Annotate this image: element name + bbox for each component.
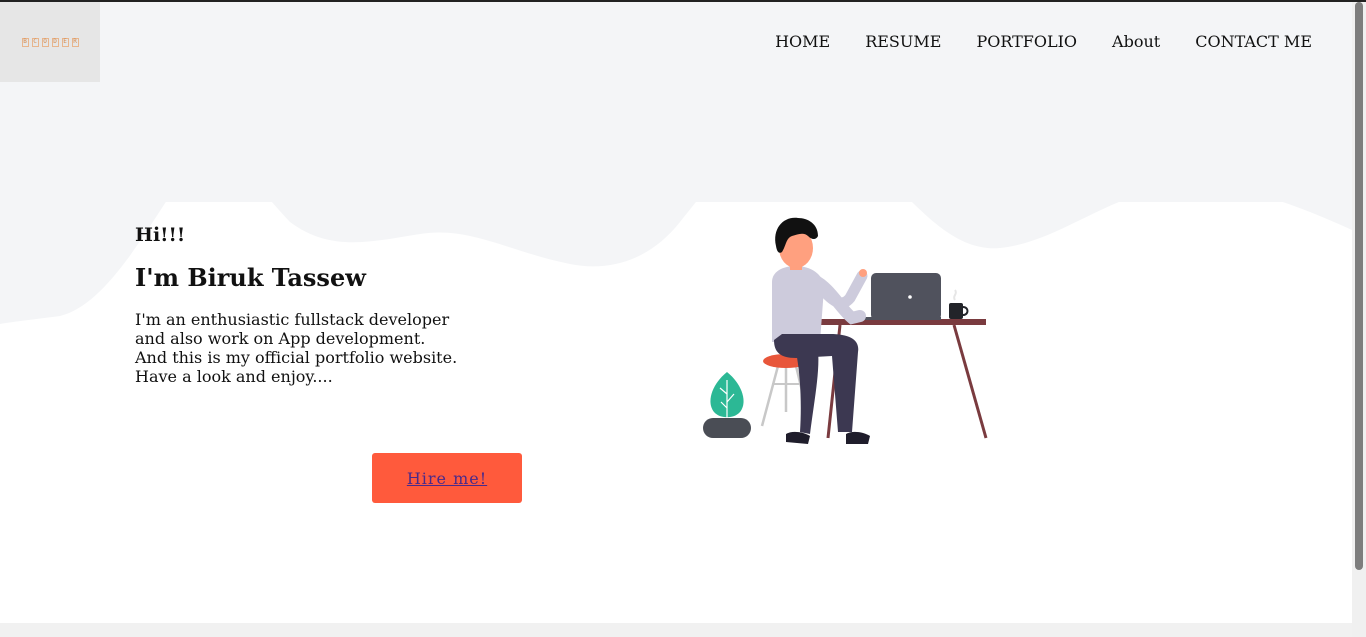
site-logo[interactable]: B C O D E R bbox=[0, 2, 100, 82]
logo-letter: E bbox=[61, 37, 69, 47]
logo-letter: R bbox=[71, 37, 79, 47]
plant-icon bbox=[703, 372, 751, 438]
nav-portfolio[interactable]: PORTFOLIO bbox=[976, 32, 1077, 51]
nav-resume[interactable]: RESUME bbox=[865, 32, 941, 51]
logo-letter: D bbox=[51, 37, 59, 47]
page-bottom-strip bbox=[0, 623, 1352, 637]
scrollbar-thumb[interactable] bbox=[1355, 2, 1363, 570]
hero-greeting: Hi!!! bbox=[135, 224, 186, 246]
person-at-desk-with-laptop-illustration bbox=[703, 217, 988, 444]
hero-name: I'm Biruk Tassew bbox=[135, 263, 366, 292]
bio-line: Have a look and enjoy.... bbox=[135, 367, 333, 386]
bio-line: and also work on App development. bbox=[135, 329, 426, 348]
nav-contact[interactable]: CONTACT ME bbox=[1195, 32, 1312, 51]
nav-about[interactable]: About bbox=[1112, 32, 1160, 51]
logo-letter: O bbox=[41, 37, 49, 47]
logo-letter: B bbox=[21, 37, 29, 47]
main-nav: HOME RESUME PORTFOLIO About CONTACT ME bbox=[740, 32, 1312, 51]
hero-bio: I'm an enthusiastic fullstack developer … bbox=[135, 310, 495, 386]
hire-me-label: Hire me! bbox=[406, 468, 488, 488]
mug-icon bbox=[949, 289, 969, 319]
page: B C O D E R HOME RESUME PORTFOLIO About … bbox=[0, 2, 1352, 623]
bio-line: I'm an enthusiastic fullstack developer bbox=[135, 310, 450, 329]
nav-home[interactable]: HOME bbox=[775, 32, 830, 51]
hire-me-button[interactable]: Hire me! bbox=[372, 453, 522, 503]
bio-line: And this is my official portfolio websit… bbox=[135, 348, 458, 367]
logo-letter: C bbox=[31, 37, 39, 47]
vertical-scrollbar[interactable] bbox=[1352, 2, 1366, 637]
hero-intro: Hi!!! I'm Biruk Tassew I'm an enthusiast… bbox=[135, 224, 495, 386]
